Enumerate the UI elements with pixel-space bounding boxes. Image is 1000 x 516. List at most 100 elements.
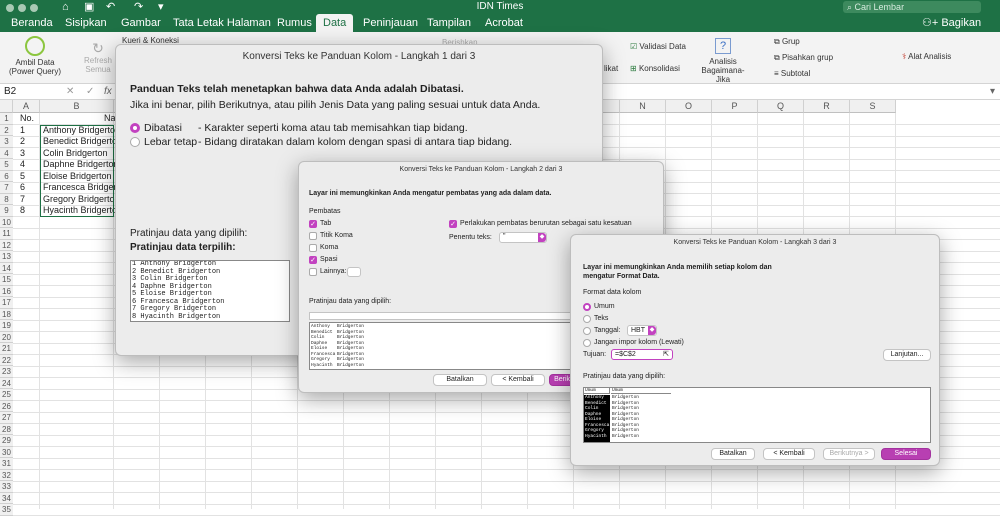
row-header[interactable]: 15 [0, 274, 13, 286]
row-header[interactable]: 18 [0, 308, 13, 320]
date-format-select[interactable]: HBT ◆ [627, 325, 657, 336]
tab-rumus[interactable]: Rumus [270, 14, 319, 32]
row-header[interactable]: 27 [0, 412, 13, 424]
expand-formula-icon[interactable]: ▾ [990, 84, 995, 100]
row-header[interactable]: 21 [0, 343, 13, 355]
row-header[interactable]: 28 [0, 423, 13, 435]
column-header-s[interactable]: S [850, 100, 896, 113]
row-header[interactable]: 5 [0, 159, 13, 171]
column-header-o[interactable]: O [666, 100, 712, 113]
subtotal-button[interactable]: ≡ Subtotal [774, 69, 834, 78]
preview-header-2[interactable]: Umum [611, 388, 671, 394]
row-header[interactable]: 35 [0, 504, 13, 516]
tab-tata-letak[interactable]: Tata Letak Halaman [166, 14, 278, 32]
back-button[interactable]: < Kembali [763, 448, 815, 460]
treat-consecutive-checkbox[interactable]: ✓ [449, 220, 457, 228]
tab-tampilan[interactable]: Tampilan [420, 14, 478, 32]
finish-button[interactable]: Selesai [881, 448, 931, 460]
fixed-width-radio[interactable] [130, 137, 140, 147]
row-header[interactable]: 10 [0, 216, 13, 228]
cancel-button[interactable]: Batalkan [433, 374, 487, 386]
preview-column-1-selected[interactable]: Anthony Benedict Colin Daphne Eloise Francesc… [584, 395, 610, 442]
row-header[interactable]: 19 [0, 320, 13, 332]
space-checkbox[interactable]: ✓ [309, 256, 317, 264]
row-header[interactable]: 12 [0, 239, 13, 251]
preview-column-1[interactable]: Anthony Benedict Colin Daphne Eloise Francesc… [311, 324, 335, 368]
column-header-a[interactable]: A [13, 100, 40, 113]
tab-peninjauan[interactable]: Peninjauan [356, 14, 425, 32]
refresh-all-button[interactable]: ↻ Refresh Semua [78, 40, 118, 74]
row-header[interactable]: 25 [0, 389, 13, 401]
preview-header-1[interactable]: Umum [584, 388, 610, 394]
column-header-r[interactable]: R [804, 100, 850, 113]
row-header[interactable]: 22 [0, 354, 13, 366]
row-header[interactable]: 23 [0, 366, 13, 378]
tab-gambar[interactable]: Gambar [114, 14, 168, 32]
cell-no[interactable]: 1 [20, 125, 40, 137]
row-header[interactable]: 31 [0, 458, 13, 470]
other-checkbox[interactable] [309, 268, 317, 276]
row-header[interactable]: 9 [0, 205, 13, 217]
search-sheet-input[interactable]: ⌕ Cari Lembar [843, 1, 981, 13]
skip-column-radio[interactable] [583, 339, 591, 347]
preview-box[interactable]: Umum Umum Anthony Benedict Colin Daphne Eloi… [583, 387, 931, 443]
cell-no[interactable]: 6 [20, 182, 40, 194]
cell-no[interactable]: 3 [20, 148, 40, 160]
tab-beranda[interactable]: Beranda [4, 14, 60, 32]
other-delimiter-input[interactable] [347, 267, 361, 277]
collapse-dialog-icon[interactable]: ⇱ [663, 350, 669, 358]
row-header[interactable]: 7 [0, 182, 13, 194]
column-header-q[interactable]: Q [758, 100, 804, 113]
row-header[interactable]: 24 [0, 377, 13, 389]
cell-a1[interactable]: No. [20, 113, 40, 125]
row-header[interactable]: 3 [0, 136, 13, 148]
accept-formula-icon[interactable]: ✓ [86, 84, 94, 100]
preview-column-2[interactable]: Bridgerton Bridgerton Bridgerton Bridgerton… [612, 395, 639, 439]
delimited-radio[interactable] [130, 123, 140, 133]
row-header[interactable]: 8 [0, 193, 13, 205]
column-header-n[interactable]: N [620, 100, 666, 113]
comma-checkbox[interactable] [309, 244, 317, 252]
row-header[interactable]: 2 [0, 124, 13, 136]
share-button[interactable]: ⚇+ Bagikan [922, 14, 981, 32]
row-header[interactable]: 26 [0, 400, 13, 412]
back-button[interactable]: < Kembali [491, 374, 545, 386]
select-all-corner[interactable] [0, 100, 13, 113]
text-radio[interactable] [583, 315, 591, 323]
analysis-tools-button[interactable]: ⚕ Alat Analisis [902, 52, 982, 61]
get-data-button[interactable]: Ambil Data (Power Query) [2, 36, 68, 76]
preview-column-2[interactable]: Bridgerton Bridgerton Bridgerton Bridgerton… [337, 324, 364, 368]
cell-no[interactable]: 5 [20, 171, 40, 183]
row-header[interactable]: 17 [0, 297, 13, 309]
ungroup-button[interactable]: ⧉ Pisahkan grup [774, 53, 854, 62]
advanced-button[interactable]: Lanjutan... [883, 349, 931, 361]
date-radio[interactable] [583, 327, 591, 335]
tab-sisipkan[interactable]: Sisipkan [58, 14, 114, 32]
row-header[interactable]: 1 [0, 113, 13, 125]
row-header[interactable]: 32 [0, 469, 13, 481]
tab-acrobat[interactable]: Acrobat [478, 14, 530, 32]
row-header[interactable]: 30 [0, 446, 13, 458]
row-header[interactable]: 6 [0, 170, 13, 182]
column-header-p[interactable]: P [712, 100, 758, 113]
row-header[interactable]: 14 [0, 262, 13, 274]
column-header-b[interactable]: B [40, 100, 114, 113]
general-radio[interactable] [583, 303, 591, 311]
destination-input[interactable]: =$C$2 ⇱ [611, 349, 673, 360]
tab-checkbox[interactable]: ✓ [309, 220, 317, 228]
row-header[interactable]: 33 [0, 481, 13, 493]
cell-no[interactable]: 4 [20, 159, 40, 171]
row-header[interactable]: 11 [0, 228, 13, 240]
group-button[interactable]: ⧉ Grup [774, 37, 834, 46]
cancel-button[interactable]: Batalkan [711, 448, 755, 460]
tab-data[interactable]: Data [316, 14, 354, 32]
semicolon-checkbox[interactable] [309, 232, 317, 240]
cell-no[interactable]: 8 [20, 205, 40, 217]
text-qualifier-select[interactable]: " ◆ [499, 232, 547, 243]
cancel-formula-icon[interactable]: ✕ [66, 84, 74, 100]
row-header[interactable]: 16 [0, 285, 13, 297]
row-header[interactable]: 13 [0, 251, 13, 263]
what-if-analysis-button[interactable]: ? Analisis Bagaimana-Jika [698, 38, 748, 84]
row-header[interactable]: 29 [0, 435, 13, 447]
cell-no[interactable]: 7 [20, 194, 40, 206]
